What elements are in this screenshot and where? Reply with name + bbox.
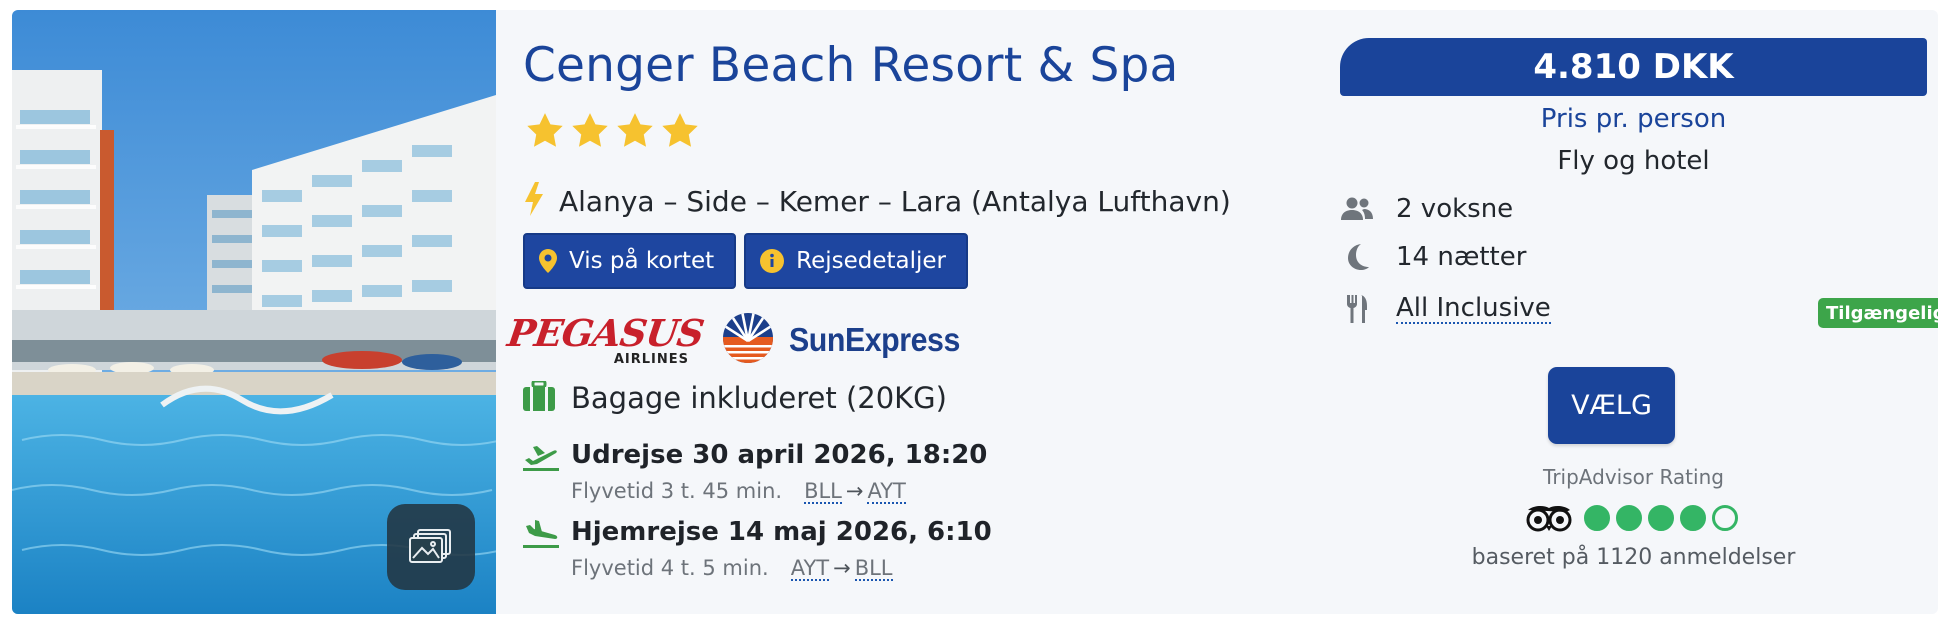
rating-bubble-empty xyxy=(1712,505,1738,531)
airline-logos: PEGASUS AIRLINES SunExpress xyxy=(505,307,975,373)
moon-icon xyxy=(1340,243,1374,271)
price: 4.810 DKK xyxy=(1340,38,1927,96)
cutlery-icon xyxy=(1340,295,1374,323)
sunexpress-sun-icon xyxy=(721,311,775,369)
destination-text: Alanya – Side – Kemer – Lara (Antalya Lu… xyxy=(559,184,1231,218)
travel-details-button[interactable]: Rejsedetaljer xyxy=(744,233,969,289)
price-label: Pris pr. person xyxy=(1540,104,1727,134)
lightning-icon xyxy=(523,182,545,220)
sunexpress-wordmark: SunExpress xyxy=(789,321,960,358)
rating-bubble-filled xyxy=(1584,505,1610,531)
hotel-name[interactable]: Cenger Beach Resort & Spa xyxy=(523,38,1179,93)
gallery-icon xyxy=(408,527,454,567)
map-pin-icon xyxy=(539,249,557,273)
outbound-from-airport[interactable]: BLL xyxy=(804,480,842,504)
rating-bubble-filled xyxy=(1616,505,1642,531)
travel-details-label: Rejsedetaljer xyxy=(796,248,947,274)
board-type[interactable]: All Inclusive xyxy=(1396,294,1551,324)
return-details: Flyvetid 4 t. 5 min. AYT → BLL xyxy=(571,556,992,581)
return-from-airport[interactable]: AYT xyxy=(790,557,830,581)
nights-text: 14 nætter xyxy=(1396,242,1527,272)
rating-bubble-filled xyxy=(1648,505,1674,531)
star-icon xyxy=(617,113,653,147)
destination: Alanya – Side – Kemer – Lara (Antalya Lu… xyxy=(523,182,1231,220)
suitcase-icon xyxy=(523,379,555,415)
select-button[interactable]: VÆLG xyxy=(1548,367,1675,444)
baggage-text: Bagage inkluderet (20KG) xyxy=(571,381,947,415)
users-icon xyxy=(1340,197,1374,221)
plane-landing-icon xyxy=(523,520,563,581)
baggage-info: Bagage inkluderet (20KG) xyxy=(523,379,947,415)
outbound-details: Flyvetid 3 t. 45 min. BLL → AYT xyxy=(571,479,987,504)
offer-panel: 4.810 DKK Pris pr. person Fly og hotel 2… xyxy=(1327,10,1938,614)
tripadvisor-rating[interactable] xyxy=(1526,504,1738,532)
pegasus-wordmark: PEGASUS xyxy=(504,310,707,355)
rating-bubble-filled xyxy=(1680,505,1706,531)
outbound-title: Udrejse 30 april 2026, 18:20 xyxy=(571,440,988,470)
gallery-button[interactable] xyxy=(387,504,475,590)
hotel-photo[interactable] xyxy=(12,10,496,614)
return-duration: Flyvetid 4 t. 5 min. xyxy=(571,556,769,580)
info-icon xyxy=(760,249,785,273)
plane-takeoff-icon xyxy=(523,443,563,504)
nights-row: 14 nætter xyxy=(1340,242,1526,272)
pegasus-logo: PEGASUS AIRLINES xyxy=(505,311,706,367)
travelers-row: 2 voksne xyxy=(1340,194,1513,224)
return-title: Hjemrejse 14 maj 2026, 6:10 xyxy=(571,517,992,547)
arrow-right-icon: → xyxy=(833,556,851,580)
outbound-flight: Udrejse 30 april 2026, 18:20 Flyvetid 3 … xyxy=(523,440,987,504)
outbound-to-airport[interactable]: AYT xyxy=(867,480,906,504)
arrow-right-icon: → xyxy=(845,479,864,503)
package-type: Fly og hotel xyxy=(1557,146,1710,176)
star-icon xyxy=(572,113,608,147)
board-row: All Inclusive xyxy=(1340,294,1551,324)
availability-badge: Tilgængelig xyxy=(1818,298,1938,328)
star-icon xyxy=(527,113,563,147)
outbound-duration: Flyvetid 3 t. 45 min. xyxy=(571,479,783,503)
tripadvisor-reviews: baseret på 1120 anmeldelser xyxy=(1471,545,1796,570)
star-icon xyxy=(662,113,698,147)
tripadvisor-label: TripAdvisor Rating xyxy=(1543,465,1724,489)
hotel-offer-card: Cenger Beach Resort & Spa Alanya – Side … xyxy=(12,10,1938,614)
tripadvisor-owl-icon xyxy=(1526,504,1572,532)
show-on-map-button[interactable]: Vis på kortet xyxy=(523,233,737,289)
return-flight: Hjemrejse 14 maj 2026, 6:10 Flyvetid 4 t… xyxy=(523,517,992,581)
return-to-airport[interactable]: BLL xyxy=(854,557,893,581)
hotel-info: Cenger Beach Resort & Spa Alanya – Side … xyxy=(505,10,1323,614)
action-buttons: Vis på kortet Rejsedetaljer xyxy=(523,233,969,289)
travelers-text: 2 voksne xyxy=(1396,194,1514,224)
star-rating xyxy=(524,110,701,152)
show-on-map-label: Vis på kortet xyxy=(569,248,715,274)
